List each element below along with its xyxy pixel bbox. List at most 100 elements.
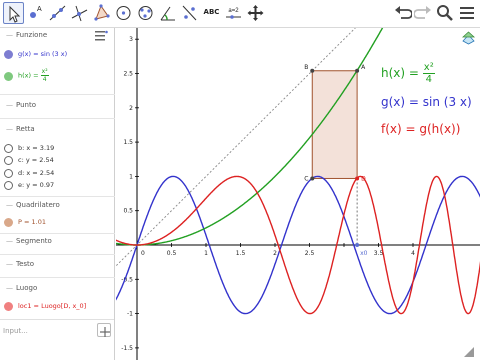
collapse-dash: — [6, 125, 13, 133]
category-funzione[interactable]: — Funzione [0, 30, 115, 44]
divider [0, 254, 115, 255]
point-tool[interactable]: A [25, 2, 46, 24]
undo-button[interactable] [394, 4, 413, 22]
graphics-style-button[interactable] [461, 31, 476, 46]
point-c [310, 176, 315, 181]
point-tool-icon: A [30, 6, 42, 18]
category-punto[interactable]: — Punto [0, 100, 115, 114]
perpendicular-line-tool[interactable] [69, 2, 90, 24]
visibility-toggle[interactable] [4, 156, 13, 165]
visibility-toggle[interactable] [4, 50, 13, 59]
text-tool[interactable]: ABC [201, 2, 222, 24]
x-tick-label: 2 [273, 250, 277, 257]
equation-h-num: x² [422, 62, 435, 74]
menu-icon [460, 7, 474, 19]
visibility-toggle[interactable] [4, 72, 13, 81]
move-tool[interactable] [3, 2, 24, 24]
equation-g[interactable]: g(x) = sin (3 x) [381, 95, 472, 109]
x0-label: x0 [360, 250, 368, 257]
move-tool-icon [9, 5, 21, 23]
point-x0 [355, 243, 360, 247]
point-d [355, 176, 360, 181]
h-prefix: h(x) = [18, 71, 39, 80]
category-label: Segmento [16, 237, 52, 245]
algebra-item-h[interactable]: h(x) = x² 4 [0, 68, 115, 88]
circle-tool-icon [116, 6, 131, 20]
circle-tool[interactable] [113, 2, 134, 24]
category-testo[interactable]: — Testo [0, 259, 115, 273]
graphics-view[interactable]: 0.5 1 1.5 2 2.5 3.5 4 3 2.5 2 1.5 1 0.5 -0.5 -1 -1.5 0 A B… [114, 0, 480, 360]
algebra-item-text: d: x = 2.54 [18, 169, 55, 177]
search-button[interactable] [436, 4, 454, 22]
toolbar: A ABC a=2 [0, 0, 480, 28]
redo-button[interactable] [413, 4, 432, 22]
category-quadrilatero[interactable]: — Quadrilatero [0, 200, 115, 214]
divider [0, 94, 115, 95]
x-tick-label: 0.5 [167, 250, 177, 257]
category-segmento[interactable]: — Segmento [0, 236, 115, 250]
collapse-dash: — [6, 260, 13, 268]
algebra-item-text: g(x) = sin (3 x) [18, 50, 68, 58]
algebra-item-text: b: x = 3.19 [18, 144, 55, 152]
visibility-toggle[interactable] [4, 302, 13, 311]
polygon-tool[interactable] [91, 2, 112, 24]
category-luogo[interactable]: — Luogo [0, 283, 115, 297]
x-tick-label: 1.5 [236, 250, 246, 257]
slider-tool-icon: a=2 [226, 8, 241, 19]
algebra-item-text: h(x) = x² 4 [18, 68, 49, 83]
conic-tool[interactable] [135, 2, 156, 24]
divider [0, 277, 115, 278]
equation-h-den: 4 [425, 74, 432, 85]
equation-h-prefix: h(x) = [381, 66, 419, 80]
x-tick-label: 4 [411, 250, 415, 257]
equation-h[interactable]: h(x) = x² 4 [381, 62, 435, 85]
search-icon [437, 5, 453, 21]
input-add-button[interactable] [97, 323, 111, 337]
h-fraction-den: 4 [42, 76, 47, 83]
point-a [355, 68, 360, 73]
h-fraction-num: x² [40, 68, 49, 76]
curve-h [114, 0, 399, 246]
reflect-tool-icon [182, 5, 197, 21]
move-graphics-tool[interactable] [245, 2, 266, 24]
input-bar[interactable]: Input... [0, 319, 114, 342]
slider-tool-label: a=2 [228, 8, 239, 14]
resize-corner-icon[interactable] [464, 342, 474, 357]
collapse-dash: — [6, 101, 13, 109]
category-label: Retta [16, 125, 35, 133]
algebra-item-text: e: y = 0.97 [18, 181, 55, 189]
visibility-toggle[interactable] [4, 144, 13, 153]
y-tick-label: -1 [127, 311, 133, 318]
algebra-item-text: c: y = 2.54 [18, 156, 54, 164]
undo-icon [395, 6, 413, 19]
algebra-item-text: loc1 = Luogo[D, x_0] [18, 302, 87, 310]
category-label: Luogo [16, 284, 38, 292]
algebra-item-e[interactable]: e: y = 0.97 [0, 179, 115, 193]
graphics-style-icon [461, 31, 476, 45]
algebra-view: — Funzione g(x) = sin (3 x) h(x) = x² 4 … [0, 28, 115, 360]
algebra-item-p[interactable]: P = 1.01 [0, 216, 115, 230]
algebra-item-c[interactable]: c: y = 2.54 [0, 154, 115, 168]
angle-tool[interactable] [157, 2, 178, 24]
origin-label: 0 [141, 250, 145, 257]
input-placeholder: Input... [3, 327, 28, 335]
visibility-toggle[interactable] [4, 218, 13, 227]
slider-tool[interactable]: a=2 [223, 2, 244, 24]
line-tool[interactable] [47, 2, 68, 24]
text-tool-label: ABC [203, 8, 220, 16]
point-label-b: B [304, 64, 308, 71]
category-label: Testo [16, 260, 35, 268]
visibility-toggle[interactable] [4, 181, 13, 190]
menu-button[interactable] [458, 4, 476, 22]
category-retta[interactable]: — Retta [0, 124, 115, 138]
point-label-d: D [361, 175, 366, 182]
algebra-item-text: P = 1.01 [18, 218, 46, 226]
x-tick-label: 2.5 [305, 250, 315, 257]
visibility-toggle[interactable] [4, 169, 13, 178]
algebra-item-g[interactable]: g(x) = sin (3 x) [0, 48, 115, 62]
y-tick-label: 1 [129, 173, 133, 180]
geogebra-app: A ABC a=2 — Funzione g(x) = sin (3 x) h(… [0, 0, 480, 360]
algebra-item-loc1[interactable]: loc1 = Luogo[D, x_0] [0, 300, 115, 314]
reflect-tool[interactable] [179, 2, 200, 24]
equation-f[interactable]: f(x) = g(h(x)) [381, 122, 460, 136]
